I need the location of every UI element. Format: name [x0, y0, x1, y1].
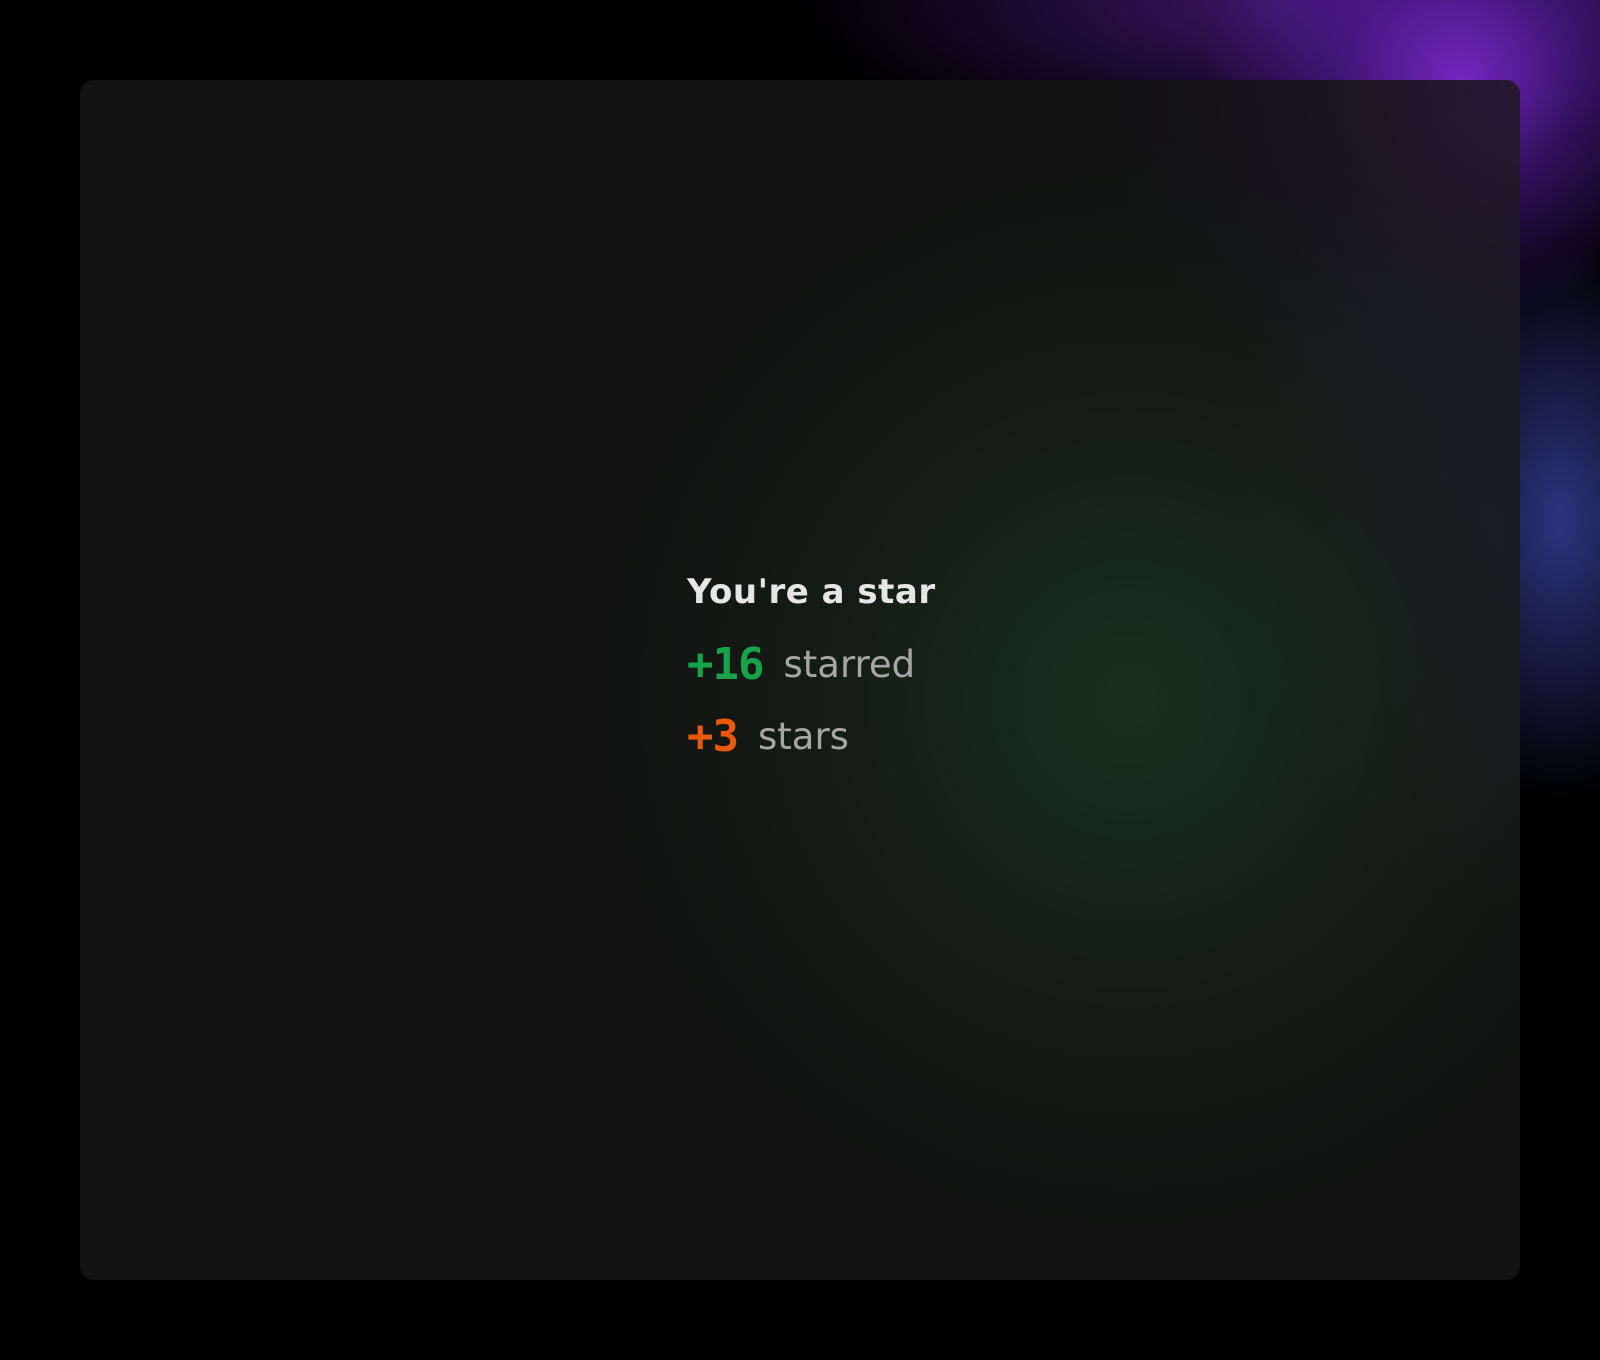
starred-count: +16 [687, 639, 764, 690]
stat-starred: +16 starred [687, 642, 936, 688]
card-title: You're a star [687, 572, 936, 612]
stars-label: stars [757, 715, 849, 758]
starred-label: starred [783, 643, 916, 686]
stat-stars: +3 stars [687, 714, 936, 760]
stars-count: +3 [687, 711, 739, 762]
card-content: You're a star +16 starred +3 stars [687, 570, 936, 760]
achievement-card: You're a star +16 starred +3 stars [80, 80, 1520, 1280]
